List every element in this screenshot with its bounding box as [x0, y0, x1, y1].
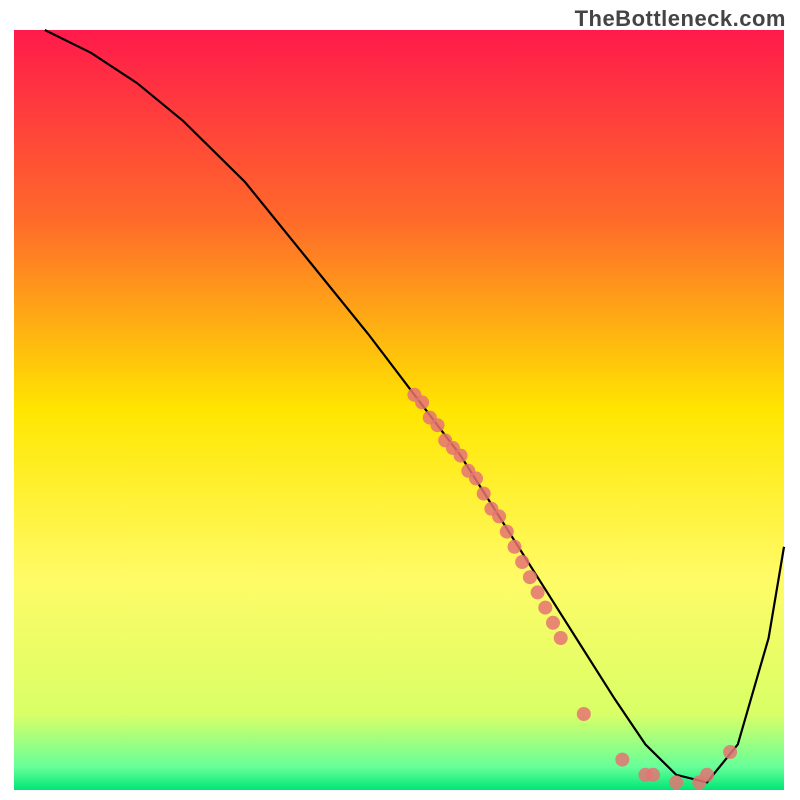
plot-background — [14, 30, 784, 790]
data-point — [515, 555, 529, 569]
data-point — [531, 585, 545, 599]
data-point — [492, 509, 506, 523]
data-point — [469, 471, 483, 485]
data-point — [538, 601, 552, 615]
data-point — [415, 395, 429, 409]
data-point — [577, 707, 591, 721]
data-point — [523, 570, 537, 584]
data-point — [615, 753, 629, 767]
data-point — [723, 745, 737, 759]
data-point — [554, 631, 568, 645]
data-point — [508, 540, 522, 554]
data-point — [477, 487, 491, 501]
chart-svg — [0, 0, 800, 800]
data-point — [669, 775, 683, 789]
data-point — [546, 616, 560, 630]
chart-container: TheBottleneck.com — [0, 0, 800, 800]
data-point — [700, 768, 714, 782]
watermark-label: TheBottleneck.com — [575, 6, 786, 32]
data-point — [454, 449, 468, 463]
data-point — [646, 768, 660, 782]
data-point — [500, 525, 514, 539]
data-point — [431, 418, 445, 432]
